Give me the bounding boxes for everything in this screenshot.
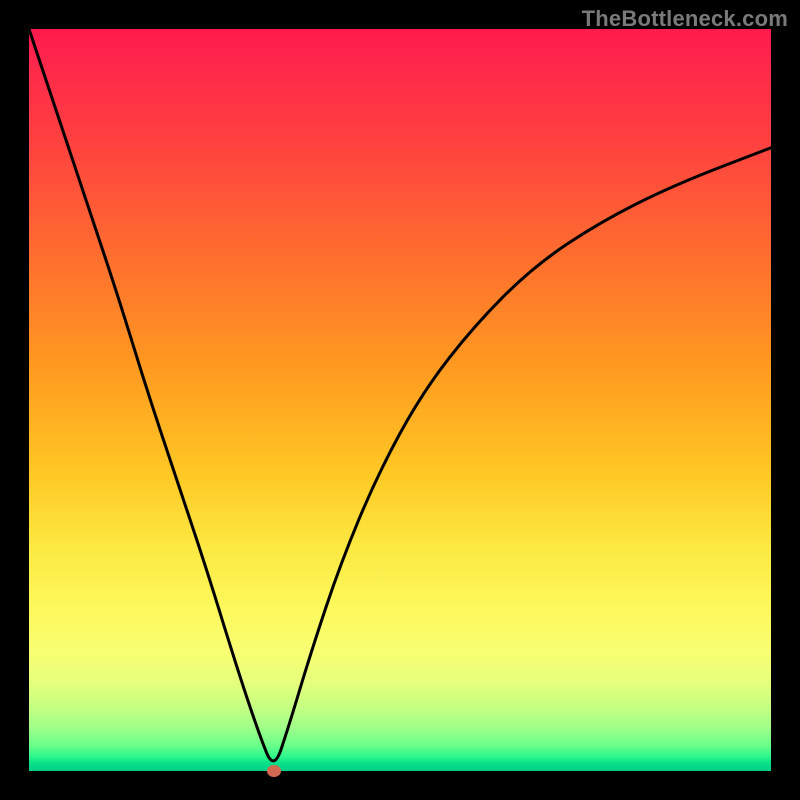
chart-container: TheBottleneck.com (0, 0, 800, 800)
plot-frame (29, 29, 771, 771)
